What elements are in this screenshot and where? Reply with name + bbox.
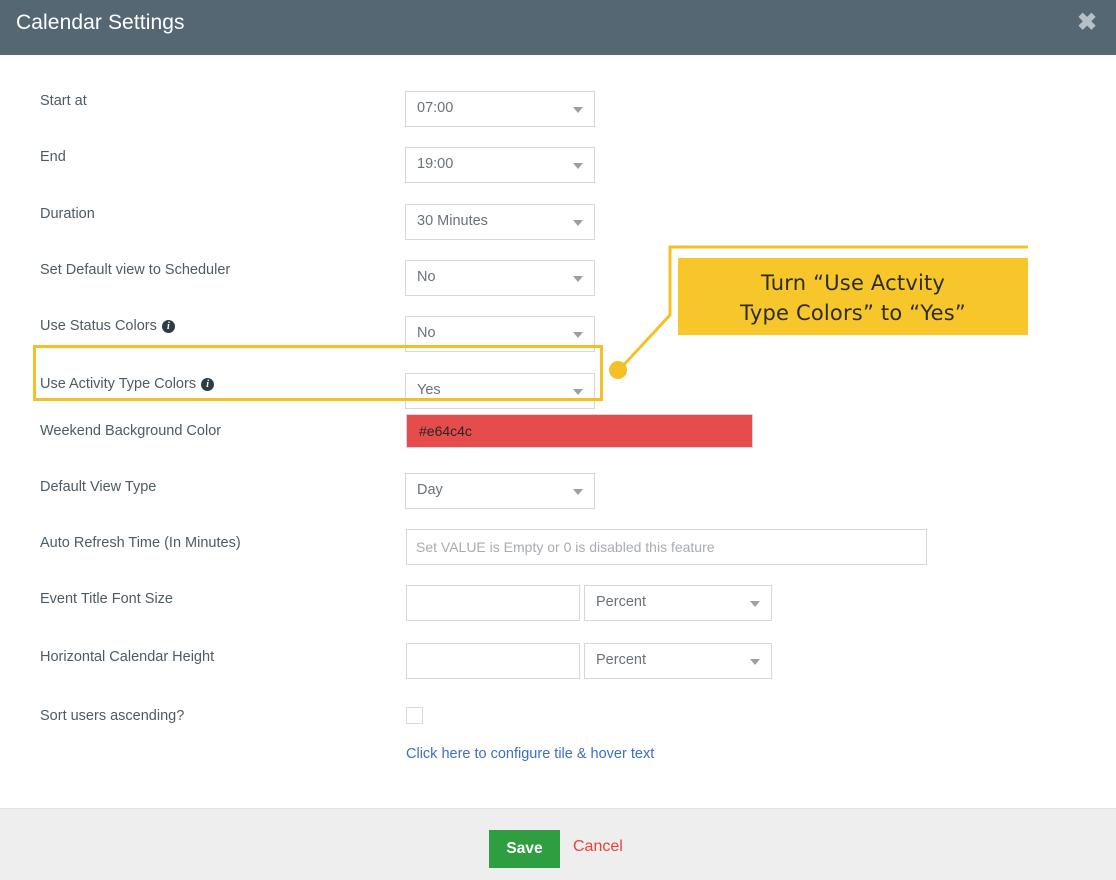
auto-refresh-time-placeholder: Set VALUE is Empty or 0 is disabled this… [416,539,715,555]
chevron-down-icon [573,389,583,395]
event-title-font-size-input[interactable] [406,585,580,621]
configure-tile-hover-text-link[interactable]: Click here to configure tile & hover tex… [406,746,654,762]
label-use-activity-type-colors: Use Activity Type Colors i [40,376,215,392]
form-row-event-title-font-size: Event Title Font Size Percent [0,577,1116,629]
label-use-status-colors-text: Use Status Colors [40,318,157,334]
use-status-colors-select[interactable]: No [405,316,595,352]
auto-refresh-time-input[interactable]: Set VALUE is Empty or 0 is disabled this… [406,529,927,565]
horizontal-calendar-height-unit-select[interactable]: Percent [584,643,772,679]
form-row-horizontal-calendar-height: Horizontal Calendar Height Percent [0,635,1116,687]
annotation-callout-text: Turn “Use Actvity Type Colors” to “Yes” [678,268,1028,328]
label-horizontal-calendar-height: Horizontal Calendar Height [40,649,215,665]
label-use-status-colors: Use Status Colors i [40,318,175,334]
horizontal-calendar-height-input[interactable] [406,643,580,679]
close-icon[interactable]: ✖ [1073,9,1101,37]
start-at-value: 07:00 [417,100,454,116]
start-at-select[interactable]: 07:00 [405,91,595,127]
form-row-default-view-type: Default View Type Day [0,465,1116,517]
default-view-type-value: Day [417,482,443,498]
use-status-colors-value: No [417,325,436,341]
chevron-down-icon [750,659,760,665]
annotation-callout-line1: Turn “Use Actvity [760,271,946,295]
label-weekend-background-color: Weekend Background Color [40,423,222,439]
weekend-color-hex: #e64c4c [419,423,472,439]
form-row-weekend-background-color: Weekend Background Color #e64c4c [0,410,1116,462]
label-event-title-font-size: Event Title Font Size [40,591,173,607]
chevron-down-icon [750,601,760,607]
dialog-footer: Save Cancel [0,808,1116,880]
form-row-duration: Duration 30 Minutes [0,183,1116,240]
label-start-at: Start at [40,93,87,109]
annotation-callout: Turn “Use Actvity Type Colors” to “Yes” [678,258,1028,335]
save-button[interactable]: Save [489,830,560,868]
form-row-end: End 19:00 [0,126,1116,183]
form-row-use-activity-type-colors: Use Activity Type Colors i Yes [0,351,1116,409]
chevron-down-icon [573,220,583,226]
label-use-activity-type-colors-text: Use Activity Type Colors [40,376,197,392]
use-activity-type-colors-value: Yes [417,382,441,398]
chevron-down-icon [573,489,583,495]
end-value: 19:00 [417,156,454,172]
form-row-start-at: Start at 07:00 [0,70,1116,127]
duration-value: 30 Minutes [417,213,488,229]
chevron-down-icon [573,332,583,338]
chevron-down-icon [573,107,583,113]
duration-select[interactable]: 30 Minutes [405,204,595,240]
label-sort-users-ascending: Sort users ascending? [40,708,185,724]
default-view-type-select[interactable]: Day [405,473,595,509]
info-icon[interactable]: i [201,378,215,391]
default-view-scheduler-select[interactable]: No [405,260,595,296]
form-row-sort-users-ascending: Sort users ascending? [0,693,1116,739]
label-end: End [40,149,66,165]
chevron-down-icon [573,276,583,282]
page-title: Calendar Settings [16,11,185,34]
annotation-callout-line2: Type Colors” to “Yes” [740,301,966,325]
label-default-view-type: Default View Type [40,479,157,495]
settings-form: Start at 07:00 End 19:00 Duration 30 Min… [0,55,1116,808]
event-title-font-size-unit-value: Percent [596,594,646,610]
info-icon[interactable]: i [161,320,175,333]
label-default-view-scheduler: Set Default view to Scheduler [40,262,231,278]
horizontal-calendar-height-unit-value: Percent [596,652,646,668]
dialog-titlebar: Calendar Settings ✖ [0,0,1116,55]
use-activity-type-colors-select[interactable]: Yes [405,373,595,409]
weekend-color-swatch[interactable]: #e64c4c [406,414,753,448]
chevron-down-icon [573,163,583,169]
event-title-font-size-unit-select[interactable]: Percent [584,585,772,621]
default-view-scheduler-value: No [417,269,436,285]
cancel-button[interactable]: Cancel [573,838,623,856]
sort-users-ascending-checkbox[interactable] [406,707,423,724]
label-duration: Duration [40,206,95,222]
label-auto-refresh-time: Auto Refresh Time (In Minutes) [40,535,241,551]
end-select[interactable]: 19:00 [405,147,595,183]
form-row-auto-refresh-time: Auto Refresh Time (In Minutes) Set VALUE… [0,521,1116,573]
